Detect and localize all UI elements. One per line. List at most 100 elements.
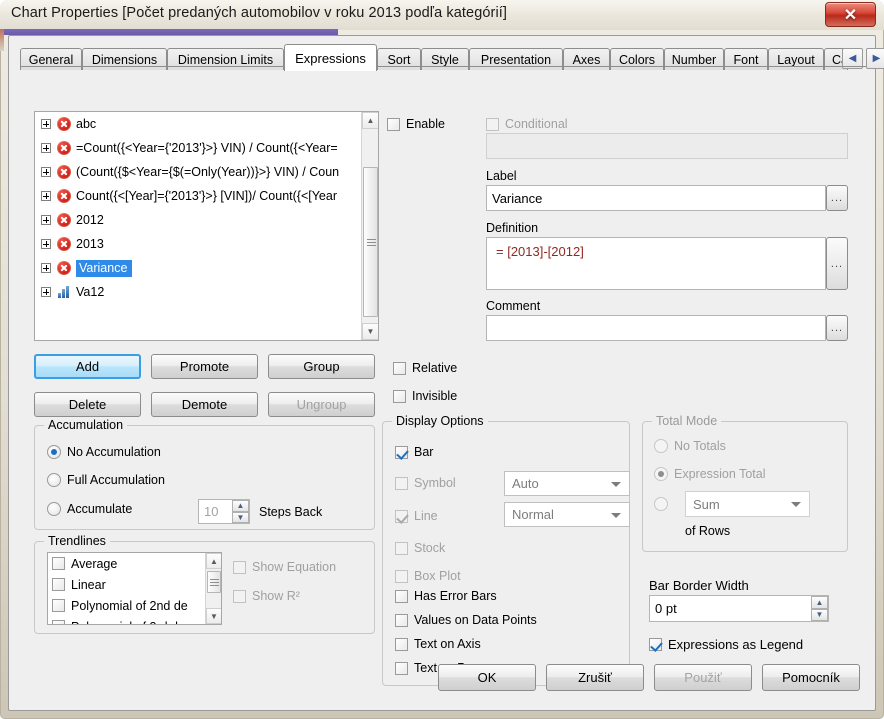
steps-back-stepper[interactable]: 10 ▲ ▼: [198, 499, 250, 524]
expression-tree[interactable]: abc =Count({<Year={'2013'}>} VIN) / Coun…: [34, 111, 379, 341]
tree-vertical-scrollbar[interactable]: ▲ ▼: [361, 112, 378, 340]
error-icon: [57, 165, 71, 179]
stepper-down-icon[interactable]: ▼: [232, 511, 249, 523]
aggregation-dropdown[interactable]: Sum: [685, 491, 810, 517]
checkbox-icon[interactable]: [52, 599, 65, 612]
expand-icon[interactable]: [41, 167, 51, 177]
tree-row[interactable]: Va12: [35, 280, 378, 304]
list-item[interactable]: Linear: [48, 574, 221, 595]
radio-icon: [47, 502, 61, 516]
tab-expressions[interactable]: Expressions: [284, 44, 377, 71]
definition-textarea[interactable]: = [2013]-[2012]: [486, 237, 826, 290]
scroll-down-icon[interactable]: ▼: [362, 323, 378, 340]
tree-row[interactable]: abc: [35, 112, 378, 136]
tree-row[interactable]: 2012: [35, 208, 378, 232]
close-button[interactable]: ✕: [825, 2, 876, 27]
scroll-up-icon[interactable]: ▲: [362, 112, 378, 129]
box-plot-checkbox[interactable]: Box Plot: [395, 569, 461, 583]
comment-input[interactable]: [486, 315, 826, 341]
label-input[interactable]: Variance: [486, 185, 826, 211]
show-r2-checkbox[interactable]: Show R²: [233, 589, 300, 603]
expressions-as-legend-checkbox[interactable]: Expressions as Legend: [649, 637, 803, 652]
ok-button[interactable]: OK: [438, 664, 536, 691]
tree-row[interactable]: 2013: [35, 232, 378, 256]
scrollbar-thumb[interactable]: [363, 167, 378, 317]
checkbox-icon[interactable]: [52, 620, 65, 624]
add-button[interactable]: Add: [34, 354, 141, 379]
tab-scroll-right-button[interactable]: ▶: [866, 48, 884, 69]
list-item[interactable]: Average: [48, 553, 221, 574]
conditional-checkbox[interactable]: Conditional: [486, 117, 568, 131]
tree-row[interactable]: =Count({<Year={'2013'}>} VIN) / Count({<…: [35, 136, 378, 160]
checkbox-icon[interactable]: [52, 557, 65, 570]
delete-button[interactable]: Delete: [34, 392, 141, 417]
values-on-data-points-checkbox[interactable]: Values on Data Points: [395, 613, 537, 627]
checkbox-label: Bar: [414, 445, 434, 459]
tree-item-label: 2013: [76, 237, 104, 251]
expand-icon[interactable]: [41, 143, 51, 153]
enable-checkbox[interactable]: Enable: [387, 117, 445, 131]
scroll-up-icon[interactable]: ▲: [206, 553, 221, 569]
help-button[interactable]: Pomocník: [762, 664, 860, 691]
tree-row[interactable]: (Count({$<Year={$(=Only(Year))}>} VIN) /…: [35, 160, 378, 184]
expand-icon[interactable]: [41, 263, 51, 273]
stepper-buttons[interactable]: ▲ ▼: [811, 596, 828, 621]
expand-icon[interactable]: [41, 119, 51, 129]
trendlines-scrollbar[interactable]: ▲ ▼: [205, 553, 221, 624]
bar-border-width-stepper[interactable]: 0 pt ▲ ▼: [649, 595, 829, 622]
relative-checkbox[interactable]: Relative: [393, 361, 457, 375]
checkbox-icon: [233, 560, 246, 574]
radio-label: No Accumulation: [67, 445, 161, 459]
trendlines-listbox[interactable]: Average Linear Polynomial of 2nd de Poly…: [47, 552, 222, 625]
scrollbar-thumb[interactable]: [207, 571, 221, 593]
stepper-up-icon[interactable]: ▲: [811, 596, 828, 609]
text-on-axis-checkbox[interactable]: Text on Axis: [395, 637, 481, 651]
stepper-up-icon[interactable]: ▲: [232, 500, 249, 512]
has-error-bars-checkbox[interactable]: Has Error Bars: [395, 589, 497, 603]
radio-no-totals[interactable]: No Totals: [654, 439, 726, 453]
list-item[interactable]: Polynomial of 3rd de: [48, 616, 221, 625]
apply-button: Použiť: [654, 664, 752, 691]
show-equation-checkbox[interactable]: Show Equation: [233, 560, 336, 574]
error-icon: [57, 141, 71, 155]
tree-item-label: (Count({$<Year={$(=Only(Year))}>} VIN) /…: [76, 165, 340, 179]
bar-checkbox[interactable]: Bar: [395, 445, 433, 459]
tree-row[interactable]: Count({<[Year]={'2013'}>} [VIN])/ Count(…: [35, 184, 378, 208]
expand-icon[interactable]: [41, 215, 51, 225]
promote-button[interactable]: Promote: [151, 354, 258, 379]
checkbox-label: Has Error Bars: [414, 589, 497, 603]
comment-browse-button[interactable]: ...: [826, 315, 848, 341]
radio-full-accumulation[interactable]: Full Accumulation: [47, 473, 165, 487]
group-button[interactable]: Group: [268, 354, 375, 379]
invisible-checkbox[interactable]: Invisible: [393, 389, 457, 403]
symbol-dropdown[interactable]: Auto: [504, 471, 630, 496]
expand-icon[interactable]: [41, 239, 51, 249]
checkbox-label: Show R²: [252, 589, 300, 603]
radio-accumulate[interactable]: Accumulate: [47, 502, 132, 516]
line-style-dropdown[interactable]: Normal: [504, 502, 630, 527]
definition-browse-button[interactable]: ...: [826, 237, 848, 290]
stepper-down-icon[interactable]: ▼: [811, 608, 828, 621]
scroll-down-icon[interactable]: ▼: [206, 608, 221, 624]
conditional-input[interactable]: [486, 133, 848, 159]
label-browse-button[interactable]: ...: [826, 185, 848, 211]
cancel-button[interactable]: Zrušiť: [546, 664, 644, 691]
stepper-buttons[interactable]: ▲ ▼: [232, 500, 249, 523]
radio-aggregation[interactable]: [654, 497, 674, 511]
expand-icon[interactable]: [41, 191, 51, 201]
list-item[interactable]: Polynomial of 2nd de: [48, 595, 221, 616]
radio-expression-total[interactable]: Expression Total: [654, 467, 766, 481]
demote-button[interactable]: Demote: [151, 392, 258, 417]
symbol-checkbox[interactable]: Symbol: [395, 476, 456, 490]
dialog-client-area: General Dimensions Dimension Limits Expr…: [8, 35, 884, 711]
list-item-label: Polynomial of 3rd de: [71, 620, 185, 625]
stock-checkbox[interactable]: Stock: [395, 541, 445, 555]
radio-no-accumulation[interactable]: No Accumulation: [47, 445, 161, 459]
bar-border-width-caption: Bar Border Width: [649, 578, 749, 593]
tree-row-selected[interactable]: Variance: [35, 256, 378, 280]
checkbox-label: Conditional: [505, 117, 568, 131]
expand-icon[interactable]: [41, 287, 51, 297]
checkbox-icon[interactable]: [52, 578, 65, 591]
line-checkbox[interactable]: Line: [395, 509, 438, 523]
radio-label: No Totals: [674, 439, 726, 453]
